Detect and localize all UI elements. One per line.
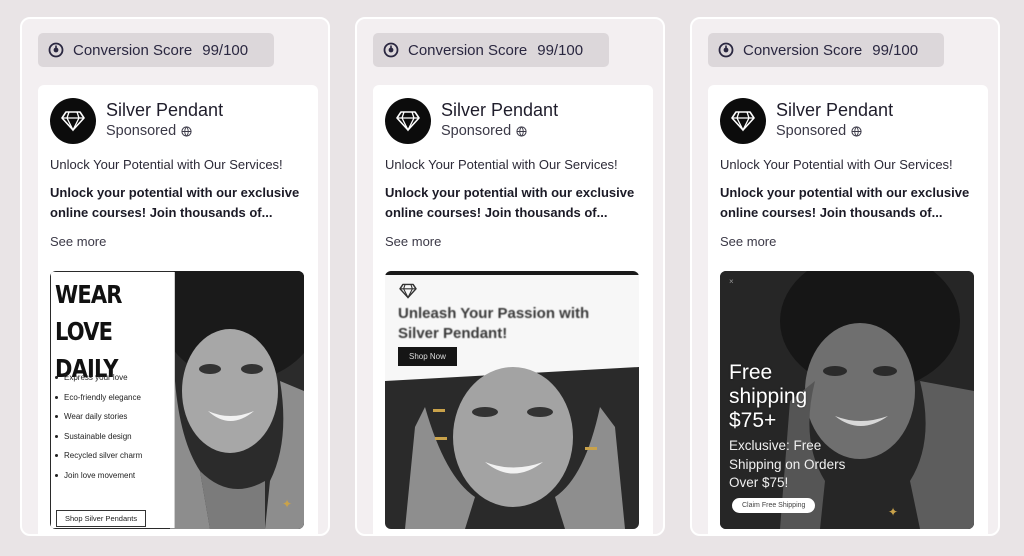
sponsored-label: Sponsored <box>441 123 527 139</box>
diamond-icon <box>731 111 755 132</box>
see-more-link[interactable]: See more <box>385 234 441 249</box>
brand-avatar <box>720 98 766 144</box>
ad-creative-image: ✦ WEAR LOVE DAILY Express your love Eco-… <box>50 271 304 529</box>
text-panel: WEAR LOVE DAILY Express your love Eco-fr… <box>51 272 175 528</box>
see-more-link[interactable]: See more <box>720 234 776 249</box>
offer-line: $75+ <box>729 409 777 432</box>
brand-name[interactable]: Silver Pendant <box>441 100 558 121</box>
benefit-item: Eco-friendly elegance <box>55 388 142 408</box>
diamond-icon <box>399 283 417 299</box>
globe-icon <box>851 125 862 137</box>
conversion-score-badge: Conversion Score 99/100 <box>373 33 609 67</box>
gauge-icon <box>383 42 399 58</box>
ad-body: Unlock your potential with our exclusive… <box>50 185 300 220</box>
ad-body: Unlock your potential with our exclusive… <box>720 185 970 220</box>
svg-text:✦: ✦ <box>282 497 292 511</box>
brand-avatar <box>50 98 96 144</box>
score-value: 99/100 <box>537 41 584 59</box>
score-label: Conversion Score <box>408 41 528 59</box>
diamond-icon <box>61 111 85 132</box>
gauge-icon <box>48 42 64 58</box>
offer-line: shipping <box>729 385 808 408</box>
brand-name[interactable]: Silver Pendant <box>776 100 893 121</box>
close-icon[interactable]: × <box>729 277 734 286</box>
facebook-ad-preview: Silver Pendant Sponsored Unlock Your Pot… <box>38 85 318 534</box>
ad-preview-card: Conversion Score 99/100 Silver Pendant S… <box>355 17 665 536</box>
ad-body: Unlock your potential with our exclusive… <box>385 185 635 220</box>
creative-top-border <box>385 271 639 275</box>
brand-avatar <box>385 98 431 144</box>
claim-shipping-button[interactable]: Claim Free Shipping <box>732 498 816 513</box>
score-label: Conversion Score <box>743 41 863 59</box>
score-label: Conversion Score <box>73 41 193 59</box>
shop-button[interactable]: Shop Silver Pendants <box>56 510 147 527</box>
ad-headline: Unlock Your Potential with Our Services! <box>385 157 618 172</box>
score-value: 99/100 <box>202 41 249 59</box>
shop-now-button[interactable]: Shop Now <box>398 347 457 366</box>
score-value: 99/100 <box>872 41 919 59</box>
conversion-score-badge: Conversion Score 99/100 <box>38 33 274 67</box>
brand-name[interactable]: Silver Pendant <box>106 100 223 121</box>
ad-preview-card: Conversion Score 99/100 Silver Pendant S… <box>20 17 330 536</box>
benefit-item: Recycled silver charm <box>55 446 142 466</box>
sponsored-label: Sponsored <box>776 123 862 139</box>
benefit-item: Wear daily stories <box>55 407 142 427</box>
conversion-score-badge: Conversion Score 99/100 <box>708 33 944 67</box>
model-photo <box>385 367 639 529</box>
sponsored-text: Sponsored <box>776 123 847 139</box>
see-more-link[interactable]: See more <box>50 234 106 249</box>
sponsored-text: Sponsored <box>106 123 177 139</box>
shipping-offer: Free shipping $75+ <box>729 361 849 433</box>
facebook-ad-preview: Silver Pendant Sponsored Unlock Your Pot… <box>708 85 988 534</box>
globe-icon <box>516 125 527 137</box>
gauge-icon <box>718 42 734 58</box>
ad-preview-card: Conversion Score 99/100 Silver Pendant S… <box>690 17 1000 536</box>
benefit-item: Sustainable design <box>55 427 142 447</box>
globe-icon <box>181 125 192 137</box>
benefit-item: Join love movement <box>55 466 142 486</box>
ad-headline: Unlock Your Potential with Our Services! <box>50 157 283 172</box>
creative-title-line: WEAR LOVE <box>55 280 122 346</box>
benefit-list: Express your love Eco-friendly elegance … <box>55 368 142 485</box>
sponsored-label: Sponsored <box>106 123 192 139</box>
benefit-item: Express your love <box>55 368 142 388</box>
offer-line: Free <box>729 361 773 384</box>
svg-text:✦: ✦ <box>888 505 898 519</box>
creative-heading: Unleash Your Passion with Silver Pendant… <box>398 305 590 342</box>
diamond-icon <box>396 111 420 132</box>
sponsored-text: Sponsored <box>441 123 512 139</box>
ad-creative-image: ✦ × Free shipping $75+ Exclusive: Free S… <box>720 271 974 529</box>
model-photo: ✦ <box>170 271 304 529</box>
ad-creative-image: Unleash Your Passion with Silver Pendant… <box>385 271 639 529</box>
ad-headline: Unlock Your Potential with Our Services! <box>720 157 953 172</box>
facebook-ad-preview: Silver Pendant Sponsored Unlock Your Pot… <box>373 85 653 534</box>
offer-subtext: Exclusive: Free Shipping on Orders Over … <box>729 438 846 490</box>
